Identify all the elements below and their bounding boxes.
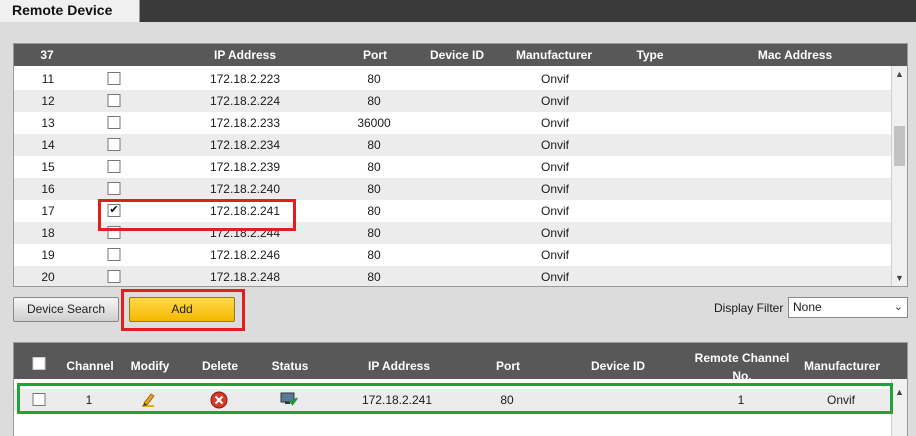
col-port[interactable]: Port	[363, 48, 387, 62]
col-ip-address[interactable]: IP Address	[214, 48, 276, 62]
row-checkbox[interactable]	[107, 160, 121, 173]
added-table-header: Channel Modify Delete Status IP Address …	[14, 343, 907, 383]
row-port: 80	[367, 226, 381, 240]
col-delete: Delete	[201, 359, 239, 373]
row-manufacturer: Onvif	[540, 94, 570, 108]
col-modify: Modify	[130, 359, 170, 373]
row-number: 15	[41, 160, 55, 174]
row-manufacturer: Onvif	[540, 138, 570, 152]
col-type[interactable]: Type	[636, 48, 663, 62]
select-all-checkbox[interactable]	[32, 357, 46, 370]
display-filter-select[interactable]: None ⌄	[788, 297, 908, 318]
table-row[interactable]: 12 172.18.2.224 80 Onvif	[14, 90, 891, 112]
row-number: 19	[41, 248, 55, 262]
search-results-table: 37 IP Address Port Device ID Manufacture…	[13, 43, 908, 287]
top-bar: Remote Device	[0, 0, 916, 22]
row-checkbox[interactable]	[107, 182, 121, 195]
row-port: 80	[367, 248, 381, 262]
table-row[interactable]: 15 172.18.2.239 80 Onvif	[14, 156, 891, 178]
device-search-button[interactable]: Device Search	[13, 297, 119, 322]
row-number: 18	[41, 226, 55, 240]
table-row[interactable]: 11 172.18.2.223 80 Onvif	[14, 68, 891, 90]
row-number: 13	[41, 116, 55, 130]
row-manufacturer: Onvif	[540, 182, 570, 196]
row-port: 80	[367, 182, 381, 196]
row-checkbox[interactable]	[107, 72, 121, 85]
col-status: Status	[271, 359, 309, 373]
col-ip-address-added[interactable]: IP Address	[368, 359, 430, 373]
highlight-add-button	[121, 289, 245, 331]
col-manufacturer[interactable]: Manufacturer	[516, 48, 592, 62]
col-mac-address[interactable]: Mac Address	[758, 48, 832, 62]
display-filter-value: None	[793, 300, 822, 314]
row-checkbox[interactable]	[107, 94, 121, 107]
table-row[interactable]: 16 172.18.2.240 80 Onvif	[14, 178, 891, 200]
row-ip: 172.18.2.223	[209, 72, 281, 86]
scroll-up-icon[interactable]: ▲	[892, 387, 907, 397]
row-manufacturer: Onvif	[540, 204, 570, 218]
col-manufacturer-added[interactable]: Manufacturer	[804, 359, 880, 373]
scroll-thumb[interactable]	[894, 126, 905, 166]
row-manufacturer: Onvif	[540, 226, 570, 240]
row-port: 80	[367, 270, 381, 284]
row-number: 14	[41, 138, 55, 152]
row-checkbox[interactable]	[107, 116, 121, 129]
search-table-header: 37 IP Address Port Device ID Manufacture…	[14, 44, 907, 66]
row-manufacturer: Onvif	[540, 160, 570, 174]
row-number: 16	[41, 182, 55, 196]
search-scrollbar[interactable]: ▲ ▼	[891, 66, 907, 286]
col-device-id-added[interactable]: Device ID	[591, 359, 645, 373]
row-ip: 172.18.2.233	[209, 116, 281, 130]
table-row[interactable]: 13 172.18.2.233 36000 Onvif	[14, 112, 891, 134]
row-port: 36000	[357, 116, 391, 130]
row-number: 17	[41, 204, 55, 218]
row-port: 80	[367, 138, 381, 152]
row-port: 80	[367, 160, 381, 174]
display-filter-label: Display Filter	[714, 301, 784, 315]
table-row[interactable]: 14 172.18.2.234 80 Onvif	[14, 134, 891, 156]
row-ip: 172.18.2.246	[209, 248, 281, 262]
search-rows: 11 172.18.2.223 80 Onvif 12 172.18.2.224 80 Onv…	[14, 68, 891, 286]
row-number: 11	[41, 72, 55, 86]
chevron-down-icon: ⌄	[893, 301, 903, 313]
row-port: 80	[367, 72, 381, 86]
row-ip: 172.18.2.239	[209, 160, 281, 174]
tab-remote-device[interactable]: Remote Device	[0, 0, 140, 22]
row-number: 20	[41, 270, 55, 284]
table-row[interactable]: 20 172.18.2.248 80 Onvif	[14, 266, 891, 286]
scroll-down-icon[interactable]: ▼	[892, 270, 907, 286]
row-checkbox[interactable]	[107, 270, 121, 283]
col-port-added[interactable]: Port	[496, 359, 520, 373]
row-ip: 172.18.2.240	[209, 182, 281, 196]
col-channel[interactable]: Channel	[66, 359, 113, 373]
row-manufacturer: Onvif	[540, 270, 570, 284]
row-checkbox[interactable]	[107, 248, 121, 261]
result-count: 37	[40, 48, 54, 62]
scroll-up-icon[interactable]: ▲	[892, 66, 907, 82]
row-port: 80	[367, 204, 381, 218]
row-port: 80	[367, 94, 381, 108]
row-ip: 172.18.2.234	[209, 138, 281, 152]
col-device-id[interactable]: Device ID	[430, 48, 484, 62]
row-manufacturer: Onvif	[540, 72, 570, 86]
added-scrollbar[interactable]: ▲	[891, 379, 907, 436]
row-checkbox[interactable]	[107, 138, 121, 151]
row-ip: 172.18.2.224	[209, 94, 281, 108]
col-remote-channel-no[interactable]: Remote Channel No.	[687, 349, 797, 385]
row-number: 12	[41, 94, 55, 108]
highlight-added-row	[17, 383, 893, 414]
highlight-selected-row	[98, 199, 296, 231]
row-manufacturer: Onvif	[540, 116, 570, 130]
table-row[interactable]: 19 172.18.2.246 80 Onvif	[14, 244, 891, 266]
row-ip: 172.18.2.248	[209, 270, 281, 284]
row-manufacturer: Onvif	[540, 248, 570, 262]
